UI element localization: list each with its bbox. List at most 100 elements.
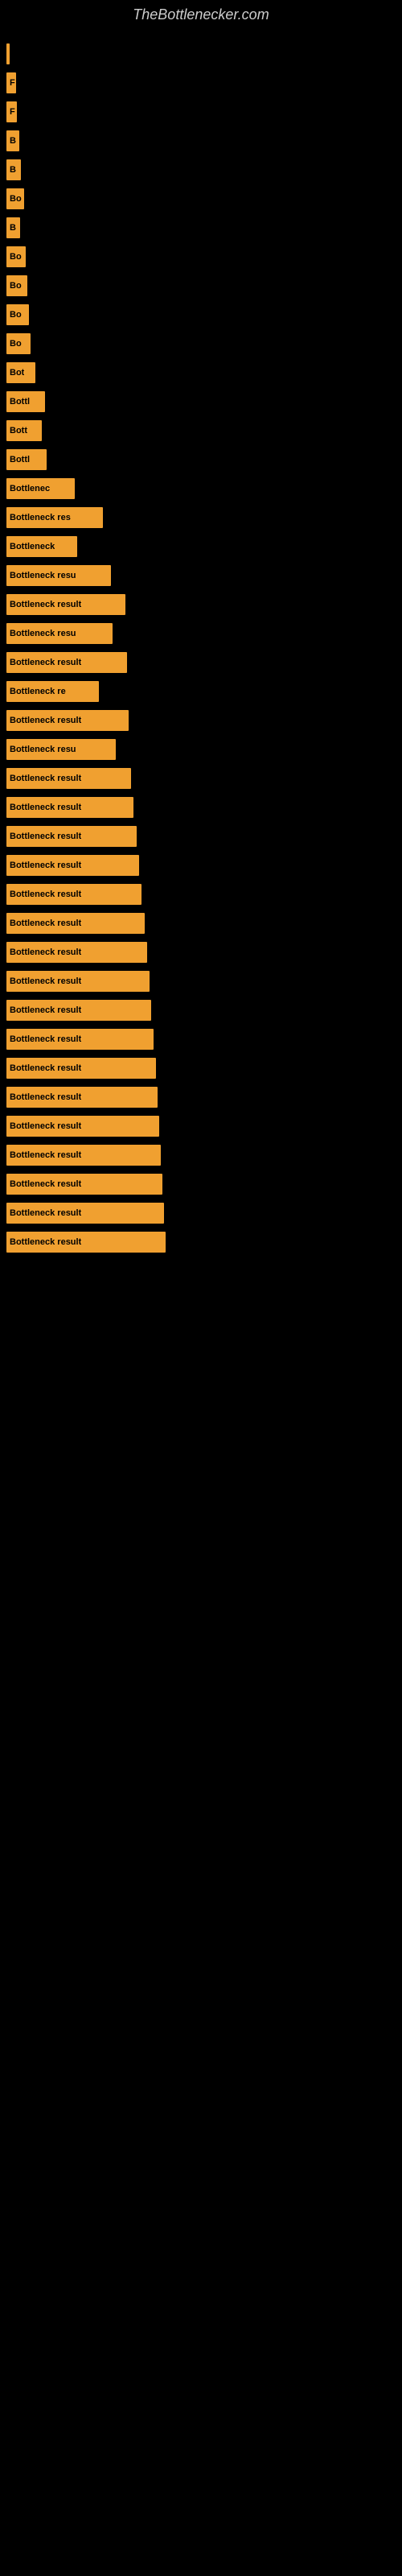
bar-label: Bottleneck result (10, 1005, 81, 1015)
bar-row: Bottlenec (6, 476, 402, 502)
bar-row: Bottleneck result (6, 766, 402, 791)
bar-row: Bottleneck result (6, 1142, 402, 1168)
bar-row: F (6, 70, 402, 96)
bar-label: Bo (10, 310, 22, 320)
bar-row: B (6, 215, 402, 241)
bar-row: Bottleneck resu (6, 563, 402, 588)
bar-row: Bottleneck result (6, 824, 402, 849)
bar-row: Bottleneck result (6, 1055, 402, 1081)
bar-label: Bottleneck result (10, 861, 81, 870)
bar-label: Bottleneck resu (10, 745, 76, 754)
bar-row: Bottleneck result (6, 910, 402, 936)
bar-label: B (10, 165, 16, 175)
bar: Bottleneck result (6, 652, 127, 673)
bar: Bottleneck resu (6, 565, 111, 586)
bar-row: Bottleneck result (6, 939, 402, 965)
bar: B (6, 159, 21, 180)
bar-row: Bottleneck result (6, 852, 402, 878)
bar: B (6, 130, 19, 151)
bar-label: Bottleneck result (10, 1092, 81, 1102)
bar-label: Bottleneck result (10, 600, 81, 609)
bar-row: Bott (6, 418, 402, 444)
bar-row: Bottleneck result (6, 1026, 402, 1052)
bar: Bo (6, 333, 31, 354)
bar-row: Bottleneck result (6, 881, 402, 907)
bar: Bottl (6, 391, 45, 412)
bar-label: Bottleneck result (10, 1150, 81, 1160)
bar-row: Bo (6, 331, 402, 357)
bar-row: Bottleneck result (6, 1084, 402, 1110)
bar: Bo (6, 188, 24, 209)
bar: F (6, 101, 17, 122)
bar-label: Bottleneck result (10, 803, 81, 812)
bar: Bottleneck resu (6, 739, 116, 760)
bar-row: Bottleneck resu (6, 621, 402, 646)
site-title: TheBottlenecker.com (0, 0, 402, 33)
bar: Bottlenec (6, 478, 75, 499)
bar: Bo (6, 275, 27, 296)
bar-row: B (6, 128, 402, 154)
bar-label: Bottleneck res (10, 513, 71, 522)
bar-label: Bottleneck result (10, 774, 81, 783)
bar-row: Bo (6, 273, 402, 299)
bar-row: Bottleneck result (6, 1229, 402, 1255)
bar: Bottleneck result (6, 826, 137, 847)
bar-row: Bottleneck resu (6, 737, 402, 762)
bar-label: B (10, 223, 16, 233)
bar-label: Bottleneck result (10, 919, 81, 928)
bar-row: Bottl (6, 447, 402, 473)
bar-row: F (6, 99, 402, 125)
bar-row: Bot (6, 360, 402, 386)
bar-label: Bottleneck result (10, 1179, 81, 1189)
bar-label: Bottleneck result (10, 716, 81, 725)
bar-label: Bottleneck result (10, 1034, 81, 1044)
bar-row: Bottleneck result (6, 997, 402, 1023)
bar-label: Bottleneck resu (10, 571, 76, 580)
bar-label: Bottleneck re (10, 687, 66, 696)
bar-label: Bottleneck result (10, 658, 81, 667)
bar-label: Bottl (10, 397, 30, 407)
bar-label: Bottleneck resu (10, 629, 76, 638)
bar: B (6, 217, 20, 238)
bar: Bottleneck result (6, 710, 129, 731)
bar: Bottl (6, 449, 47, 470)
bar-label: Bottleneck result (10, 890, 81, 899)
bar-row: Bo (6, 244, 402, 270)
bar: Bottleneck result (6, 1203, 164, 1224)
bar-label: Bottleneck result (10, 1121, 81, 1131)
bar-label: Bottleneck result (10, 1208, 81, 1218)
bar: Bottleneck result (6, 971, 150, 992)
bar-label: Bot (10, 368, 24, 378)
bar-label: F (10, 78, 15, 88)
bar-row: Bottleneck res (6, 505, 402, 530)
bar: Bottleneck result (6, 594, 125, 615)
bar-label: Bottleneck (10, 542, 55, 551)
bar: Bottleneck result (6, 1145, 161, 1166)
bar-label: Bottleneck result (10, 947, 81, 957)
bar-label: Bo (10, 252, 22, 262)
bar: Bottleneck result (6, 768, 131, 789)
bar-label: Bo (10, 194, 22, 204)
bar: Bottleneck result (6, 1058, 156, 1079)
bar-label: F (10, 107, 15, 117)
bar-row (6, 41, 402, 67)
bar: Bottleneck result (6, 1232, 166, 1253)
bar-row: Bottleneck (6, 534, 402, 559)
bar-row: Bottleneck result (6, 708, 402, 733)
bar-label: Bo (10, 339, 22, 349)
bar: Bottleneck result (6, 855, 139, 876)
bar-row: Bo (6, 302, 402, 328)
bar-label: Bottlenec (10, 484, 50, 493)
bar: Bot (6, 362, 35, 383)
bar-row: Bottleneck result (6, 650, 402, 675)
bar-row: Bottleneck re (6, 679, 402, 704)
bar (6, 43, 10, 64)
bar: Bottleneck result (6, 797, 133, 818)
bar-label: Bottleneck result (10, 976, 81, 986)
bar: Bottleneck (6, 536, 77, 557)
bar-label: B (10, 136, 16, 146)
bar-row: Bo (6, 186, 402, 212)
bar-label: Bottl (10, 455, 30, 464)
bar-label: Bottleneck result (10, 1237, 81, 1247)
bar: Bo (6, 246, 26, 267)
